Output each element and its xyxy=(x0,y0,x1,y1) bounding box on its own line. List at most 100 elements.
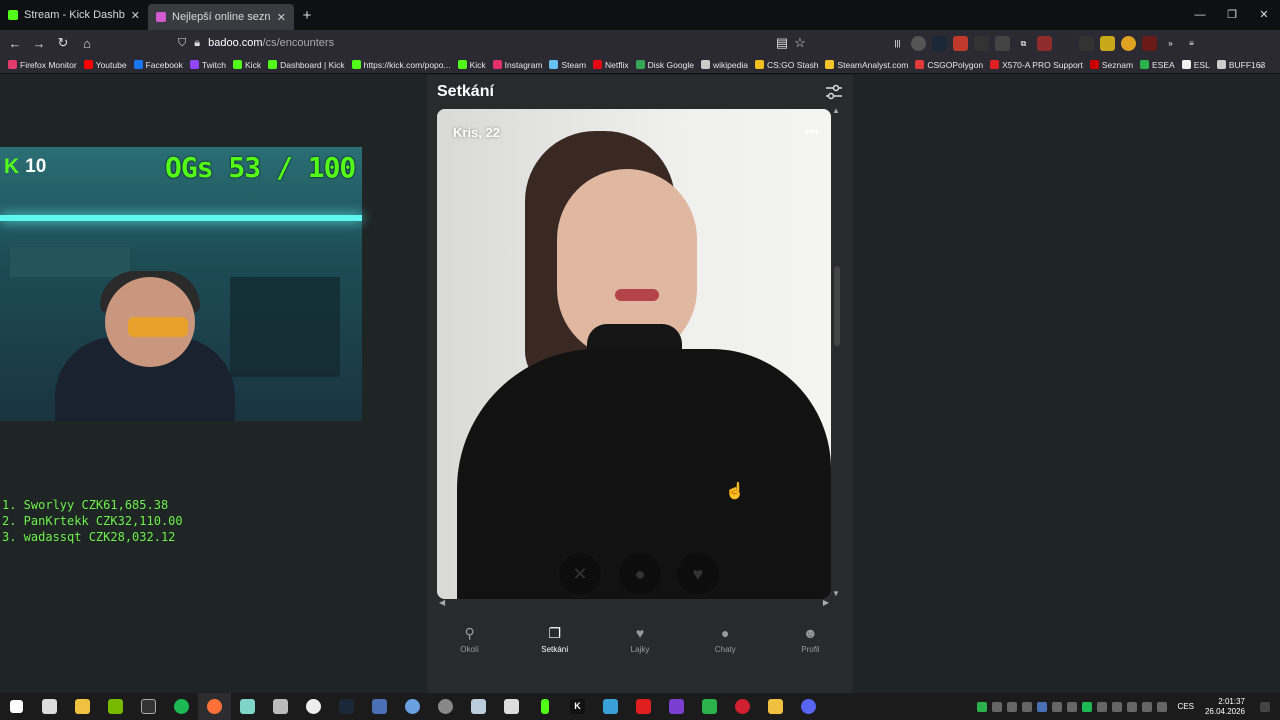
minimize-button[interactable]: — xyxy=(1184,0,1216,30)
taskbar-app[interactable] xyxy=(99,693,132,720)
notifications-icon[interactable] xyxy=(1260,701,1270,712)
script-extension-icon[interactable] xyxy=(1058,35,1073,51)
network-icon[interactable] xyxy=(1141,701,1152,712)
bookmark-item[interactable]: wikipedia xyxy=(700,60,748,70)
taskbar-app[interactable] xyxy=(165,693,198,720)
taskbar-app[interactable] xyxy=(132,693,165,720)
tab-close-icon[interactable]: ✕ xyxy=(131,9,140,22)
scrollbar-thumb[interactable] xyxy=(834,266,840,346)
taskbar-app[interactable]: K xyxy=(561,693,594,720)
taskbar-app[interactable] xyxy=(594,693,627,720)
volume-icon[interactable] xyxy=(1156,701,1167,712)
tray-icon[interactable] xyxy=(1111,701,1122,712)
restore-button[interactable]: ❐ xyxy=(1216,0,1248,30)
shield-icon[interactable]: ⛉ xyxy=(178,37,186,50)
bookmark-item[interactable]: X570-A PRO Support xyxy=(990,60,1083,70)
taskbar-app[interactable] xyxy=(330,693,363,720)
scroll-right-icon[interactable]: ▶ xyxy=(823,598,829,610)
chat-button[interactable]: ● xyxy=(619,553,661,595)
new-tab-button[interactable]: + xyxy=(294,7,320,24)
taskbar-app[interactable] xyxy=(528,693,561,720)
like-button[interactable]: ♥ xyxy=(677,553,719,595)
taskbar-app[interactable] xyxy=(66,693,99,720)
tab-kick-dashboard[interactable]: Stream - Kick Dashboard ✕ xyxy=(0,0,148,30)
bookmarks-overflow-button[interactable]: » xyxy=(1258,60,1263,70)
tray-icon[interactable] xyxy=(1036,701,1047,712)
bookmark-item[interactable]: CS:GO Stash xyxy=(754,60,818,70)
back-button[interactable]: ← xyxy=(3,36,27,51)
bookmark-item[interactable]: Dashboard | Kick xyxy=(268,60,345,70)
taskbar-app[interactable] xyxy=(693,693,726,720)
nav-item-profil[interactable]: ☻ Profil xyxy=(768,625,853,665)
extension-icon[interactable] xyxy=(1079,35,1094,51)
bookmark-item[interactable]: Kick xyxy=(457,60,486,70)
bookmark-item[interactable]: SteamAnalyst.com xyxy=(825,60,908,70)
tab-badoo[interactable]: Nejlepší online seznamka zdarma ✕ xyxy=(148,4,294,30)
hamburger-menu-icon[interactable]: ≡ xyxy=(1184,35,1199,51)
bookmark-item[interactable]: ESEA xyxy=(1140,60,1175,70)
taskbar-app[interactable] xyxy=(726,693,759,720)
profile-card[interactable]: Kris, 22 ••• ✕ ● ♥ ☝ xyxy=(437,109,831,599)
tray-icon[interactable] xyxy=(1021,701,1032,712)
microphone-icon[interactable] xyxy=(1126,701,1137,712)
bookmark-item[interactable]: Disk Google xyxy=(635,60,694,70)
taskbar-app[interactable] xyxy=(429,693,462,720)
profile-name-age[interactable]: Kris, 22 xyxy=(453,125,500,140)
tray-icon[interactable] xyxy=(1006,701,1017,712)
taskbar-app[interactable] xyxy=(33,693,66,720)
tray-icon[interactable] xyxy=(1066,701,1077,712)
scroll-up-icon[interactable]: ▲ xyxy=(832,106,840,115)
bookmark-item[interactable]: Kick xyxy=(233,60,261,70)
taskbar-app[interactable] xyxy=(297,693,330,720)
bookmark-item[interactable]: CSGOPolygon xyxy=(915,60,983,70)
taskbar-app[interactable] xyxy=(759,693,792,720)
bookmark-item[interactable]: Firefox Monitor xyxy=(8,60,77,70)
dislike-button[interactable]: ✕ xyxy=(559,553,601,595)
overflow-menu-icon[interactable]: » xyxy=(1163,35,1178,51)
library-icon[interactable]: ||| xyxy=(890,35,905,51)
tray-icon[interactable] xyxy=(1096,701,1107,712)
scroll-down-icon[interactable]: ▼ xyxy=(832,589,840,598)
taskbar-app[interactable] xyxy=(264,693,297,720)
bookmark-item[interactable]: Steam xyxy=(549,60,586,70)
close-window-button[interactable]: ✕ xyxy=(1248,0,1280,30)
scroll-left-icon[interactable]: ◀ xyxy=(439,598,445,610)
taskbar-app[interactable] xyxy=(660,693,693,720)
bookmark-star-icon[interactable]: ☆ xyxy=(788,35,812,51)
taskbar-app[interactable] xyxy=(792,693,825,720)
forward-button[interactable]: → xyxy=(27,36,51,51)
adblock-icon[interactable] xyxy=(953,35,968,51)
puzzle-icon[interactable]: ⧉ xyxy=(1016,35,1031,51)
account-icon[interactable] xyxy=(911,35,926,51)
horizontal-scrollbar[interactable]: ◀ ▶ xyxy=(437,598,831,610)
taskbar-app[interactable] xyxy=(627,693,660,720)
lock-icon[interactable]: 🔒︎ xyxy=(194,37,200,50)
bookmark-item[interactable]: Instagram xyxy=(492,60,542,70)
taskbar-app[interactable] xyxy=(231,693,264,720)
vertical-scrollbar[interactable]: ▲ ▼ xyxy=(832,106,842,598)
bookmark-item[interactable]: ESL xyxy=(1181,60,1210,70)
input-language[interactable]: CES xyxy=(1178,702,1194,711)
tab-close-icon[interactable]: ✕ xyxy=(277,11,286,24)
more-options-icon[interactable]: ••• xyxy=(804,123,819,139)
taskbar-app[interactable] xyxy=(495,693,528,720)
bookmark-item[interactable]: Facebook xyxy=(133,60,183,70)
taskbar-app[interactable] xyxy=(396,693,429,720)
tray-icon[interactable] xyxy=(1081,701,1092,712)
yellow-extension-icon[interactable] xyxy=(1100,35,1115,51)
bookmark-item[interactable]: Twitch xyxy=(189,60,226,70)
taskbar-app[interactable] xyxy=(363,693,396,720)
tray-icon[interactable] xyxy=(991,701,1002,712)
tray-icon[interactable] xyxy=(976,701,987,712)
bookmark-item[interactable]: Netflix xyxy=(593,60,629,70)
home-button[interactable]: ⌂ xyxy=(75,36,99,51)
bookmark-item[interactable]: https://kick.com/popo... xyxy=(351,60,451,70)
nav-item-chaty[interactable]: ● Chaty xyxy=(683,625,768,665)
extension-icon[interactable] xyxy=(974,35,989,51)
start-button[interactable] xyxy=(0,693,33,720)
nav-item-okoli[interactable]: ⚲ Okolí xyxy=(427,625,512,665)
address-bar[interactable]: ⛉ 🔒︎ badoo.com/cs/encounters xyxy=(178,30,334,56)
filter-icon[interactable] xyxy=(825,83,843,101)
bookmark-item[interactable]: Youtube xyxy=(83,60,127,70)
nav-item-setkani[interactable]: ❐ Setkání xyxy=(512,625,597,665)
